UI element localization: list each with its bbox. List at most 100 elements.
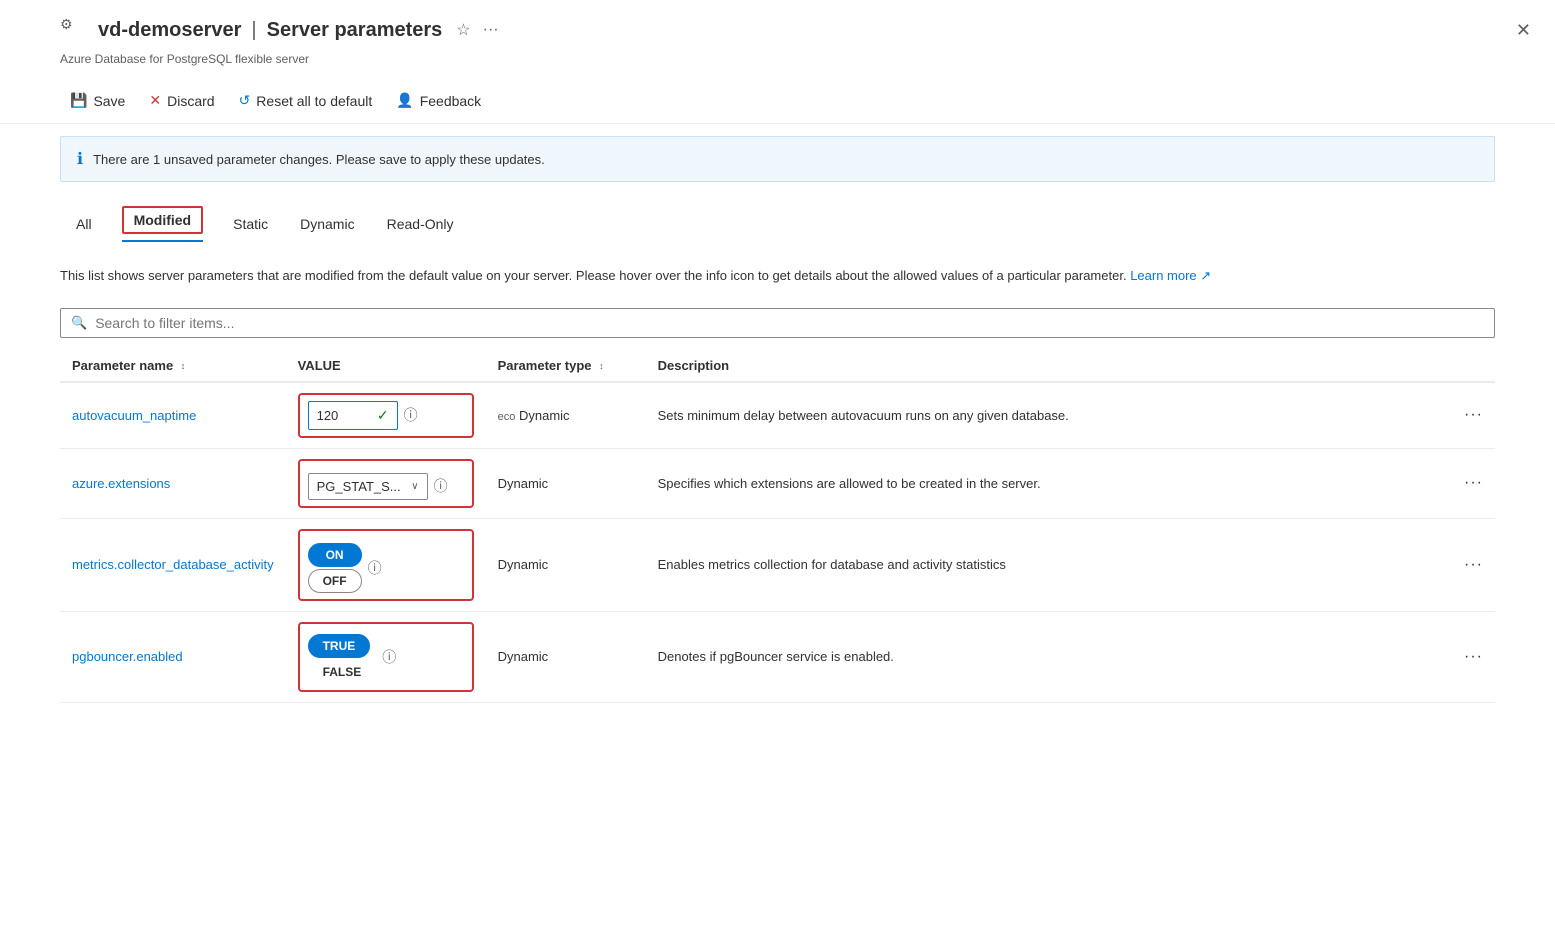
col-header-type: Parameter type ↕: [486, 350, 646, 382]
param-desc-extensions: Specifies which extensions are allowed t…: [646, 448, 1445, 518]
toolbar: 💾 Save ✕ Discard ↺ Reset all to default …: [0, 78, 1555, 124]
learn-more-link[interactable]: Learn more ↗: [1130, 268, 1211, 283]
table-header-row: Parameter name ↕ VALUE Parameter type ↕ …: [60, 350, 1495, 382]
eco-badge: eco: [498, 411, 516, 423]
table-container: Parameter name ↕ VALUE Parameter type ↕ …: [0, 350, 1555, 703]
bool-group-pgbouncer: TRUE FALSE: [308, 634, 377, 684]
col-header-name: Parameter name ↕: [60, 350, 286, 382]
table-row: metrics.collector_database_activity ON O…: [60, 518, 1495, 611]
col-header-description: Description: [646, 350, 1445, 382]
param-actions-metrics: ···: [1445, 518, 1495, 611]
discard-button[interactable]: ✕ Discard: [139, 86, 224, 115]
tab-all[interactable]: All: [60, 206, 108, 244]
param-link-autovacuum[interactable]: autovacuum_naptime: [72, 408, 196, 423]
server-icon: ⚙: [60, 16, 88, 44]
search-input[interactable]: [95, 315, 1484, 331]
param-desc-autovacuum: Sets minimum delay between autovacuum ru…: [646, 382, 1445, 449]
feedback-icon: 👤: [396, 92, 413, 109]
param-value-pgbouncer: TRUE FALSE ⓘ: [286, 611, 486, 702]
param-desc-pgbouncer: Denotes if pgBouncer service is enabled.: [646, 611, 1445, 702]
param-name-metrics: metrics.collector_database_activity: [60, 518, 286, 611]
close-icon[interactable]: ✕: [1516, 20, 1531, 41]
param-link-pgbouncer[interactable]: pgbouncer.enabled: [72, 649, 183, 664]
search-container: 🔍: [0, 300, 1555, 346]
reset-label: Reset all to default: [256, 93, 372, 109]
save-label: Save: [93, 93, 125, 109]
param-actions-extensions: ···: [1445, 448, 1495, 518]
check-icon: ✓: [377, 407, 389, 424]
param-desc-metrics: Enables metrics collection for database …: [646, 518, 1445, 611]
chevron-down-icon: ∨: [411, 481, 418, 492]
bool-true-button[interactable]: TRUE: [308, 634, 371, 658]
number-input-autovacuum[interactable]: 120 ✓: [308, 401, 398, 430]
param-name-autovacuum: autovacuum_naptime: [60, 382, 286, 449]
table-row: azure.extensions PG_STAT_S... ∨ ⓘ: [60, 448, 1495, 518]
value-highlight-pgbouncer: TRUE FALSE ⓘ: [298, 622, 474, 692]
more-options-extensions[interactable]: ···: [1464, 474, 1483, 491]
banner-text: There are 1 unsaved parameter changes. P…: [93, 152, 545, 167]
dropdown-wrapper-extensions: PG_STAT_S... ∨ ⓘ: [308, 473, 464, 500]
favorite-star-icon[interactable]: ☆: [456, 20, 470, 40]
tabs-container: All Modified Static Dynamic Read-Only: [0, 198, 1555, 252]
bool-group-wrapper: TRUE FALSE ⓘ: [308, 630, 464, 684]
col-header-actions: [1445, 350, 1495, 382]
param-value-metrics: ON OFF ⓘ: [286, 518, 486, 611]
info-icon-metrics[interactable]: ⓘ: [368, 558, 382, 578]
col-header-value: VALUE: [286, 350, 486, 382]
search-icon: 🔍: [71, 315, 87, 331]
tab-modified[interactable]: Modified: [108, 198, 218, 252]
param-actions-pgbouncer: ···: [1445, 611, 1495, 702]
number-input-wrapper: 120 ✓ ⓘ: [308, 401, 464, 430]
discard-label: Discard: [167, 93, 214, 109]
parameters-table: Parameter name ↕ VALUE Parameter type ↕ …: [60, 350, 1495, 703]
discard-icon: ✕: [149, 92, 161, 109]
description: This list shows server parameters that a…: [0, 252, 1555, 300]
feedback-button[interactable]: 👤 Feedback: [386, 86, 491, 115]
sort-name-icon[interactable]: ↕: [181, 361, 186, 371]
more-options-autovacuum[interactable]: ···: [1464, 406, 1483, 423]
param-type-extensions: Dynamic: [486, 448, 646, 518]
feedback-label: Feedback: [420, 93, 481, 109]
info-icon-autovacuum[interactable]: ⓘ: [404, 405, 418, 425]
toggle-on-button[interactable]: ON: [308, 543, 362, 567]
server-name: vd-demoserver: [98, 19, 241, 42]
toggle-group-metrics: ON OFF ⓘ: [308, 543, 464, 593]
value-highlight-metrics: ON OFF ⓘ: [298, 529, 474, 601]
param-type-metrics: Dynamic: [486, 518, 646, 611]
search-wrapper: 🔍: [60, 308, 1495, 338]
tab-readonly[interactable]: Read-Only: [371, 206, 470, 244]
param-link-metrics[interactable]: metrics.collector_database_activity: [72, 557, 274, 572]
info-icon: ℹ: [77, 149, 83, 169]
param-value-extensions: PG_STAT_S... ∨ ⓘ: [286, 448, 486, 518]
dropdown-extensions[interactable]: PG_STAT_S... ∨: [308, 473, 428, 500]
param-type-pgbouncer: Dynamic: [486, 611, 646, 702]
info-icon-extensions[interactable]: ⓘ: [434, 476, 448, 496]
more-options-pgbouncer[interactable]: ···: [1464, 648, 1483, 665]
tab-static[interactable]: Static: [217, 206, 284, 244]
sort-type-icon[interactable]: ↕: [599, 361, 604, 371]
info-icon-pgbouncer[interactable]: ⓘ: [382, 647, 396, 667]
tab-dynamic[interactable]: Dynamic: [284, 206, 370, 244]
more-options-metrics[interactable]: ···: [1464, 556, 1483, 573]
table-row: autovacuum_naptime 120 ✓ ⓘ eco: [60, 382, 1495, 449]
more-options-icon[interactable]: ···: [483, 21, 499, 39]
param-type-autovacuum: eco Dynamic: [486, 382, 646, 449]
page-title: Server parameters: [267, 19, 443, 42]
value-highlight-extensions: PG_STAT_S... ∨ ⓘ: [298, 459, 474, 508]
param-value-autovacuum: 120 ✓ ⓘ: [286, 382, 486, 449]
bool-false-button[interactable]: FALSE: [308, 660, 377, 684]
header-sub-title: Azure Database for PostgreSQL flexible s…: [60, 52, 309, 66]
param-name-pgbouncer: pgbouncer.enabled: [60, 611, 286, 702]
param-link-extensions[interactable]: azure.extensions: [72, 476, 170, 491]
value-highlight-autovacuum: 120 ✓ ⓘ: [298, 393, 474, 438]
table-row: pgbouncer.enabled TRUE FALSE ⓘ: [60, 611, 1495, 702]
reset-button[interactable]: ↺ Reset all to default: [229, 86, 383, 115]
toggle-buttons-metrics: ON OFF: [308, 543, 362, 593]
save-button[interactable]: 💾 Save: [60, 86, 135, 115]
save-icon: 💾: [70, 92, 87, 109]
info-banner: ℹ There are 1 unsaved parameter changes.…: [60, 136, 1495, 182]
reset-icon: ↺: [239, 92, 251, 109]
toggle-off-button[interactable]: OFF: [308, 569, 362, 593]
param-name-extensions: azure.extensions: [60, 448, 286, 518]
header-separator: |: [251, 19, 256, 42]
